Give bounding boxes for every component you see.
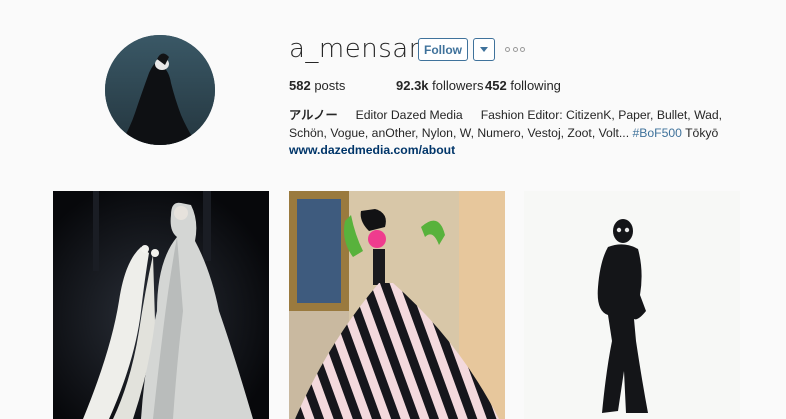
following-stat[interactable]: 452 following — [485, 78, 561, 93]
post-thumbnail[interactable] — [524, 191, 740, 419]
profile-stats: 582 posts 92.3k followers 452 following — [289, 78, 561, 93]
following-count: 452 — [485, 78, 507, 93]
post-thumbnail[interactable] — [289, 191, 505, 419]
follow-button[interactable]: Follow — [418, 38, 468, 61]
followers-count: 92.3k — [396, 78, 429, 93]
avatar[interactable] — [105, 35, 215, 145]
profile-page: a_mensan Follow 582 posts 92.3k follower… — [0, 0, 786, 419]
chevron-down-icon — [480, 47, 488, 52]
post-thumbnail[interactable] — [53, 191, 269, 419]
username: a_mensan — [289, 34, 426, 64]
bio-location: Tōkyō — [685, 125, 719, 140]
follow-dropdown-button[interactable] — [473, 38, 495, 61]
followers-stat[interactable]: 92.3k followers — [396, 78, 485, 93]
posts-stat: 582 posts — [289, 78, 396, 93]
posts-count: 582 — [289, 78, 311, 93]
website-link[interactable]: www.dazedmedia.com/about — [289, 143, 455, 157]
bio-name: アルノー — [289, 108, 338, 122]
following-label: following — [510, 78, 561, 93]
bio-title: Editor Dazed Media — [355, 108, 463, 122]
followers-label: followers — [432, 78, 484, 93]
profile-bio: アルノー Editor Dazed Media Fashion Editor: Ci… — [289, 107, 759, 142]
bio-line-1: アルノー Editor Dazed Media Fashion Editor: Ci… — [289, 107, 759, 125]
posts-label: posts — [314, 78, 346, 93]
hashtag-link[interactable]: #BoF500 — [632, 126, 681, 140]
bio-line2-text: Schön, Vogue, anOther, Nylon, W, Numero,… — [289, 125, 630, 140]
bio-line-2: Schön, Vogue, anOther, Nylon, W, Numero,… — [289, 125, 759, 143]
bio-line1-rest: Fashion Editor: CitizenK, Paper, Bullet,… — [480, 108, 723, 122]
more-options-icon[interactable] — [505, 44, 525, 54]
